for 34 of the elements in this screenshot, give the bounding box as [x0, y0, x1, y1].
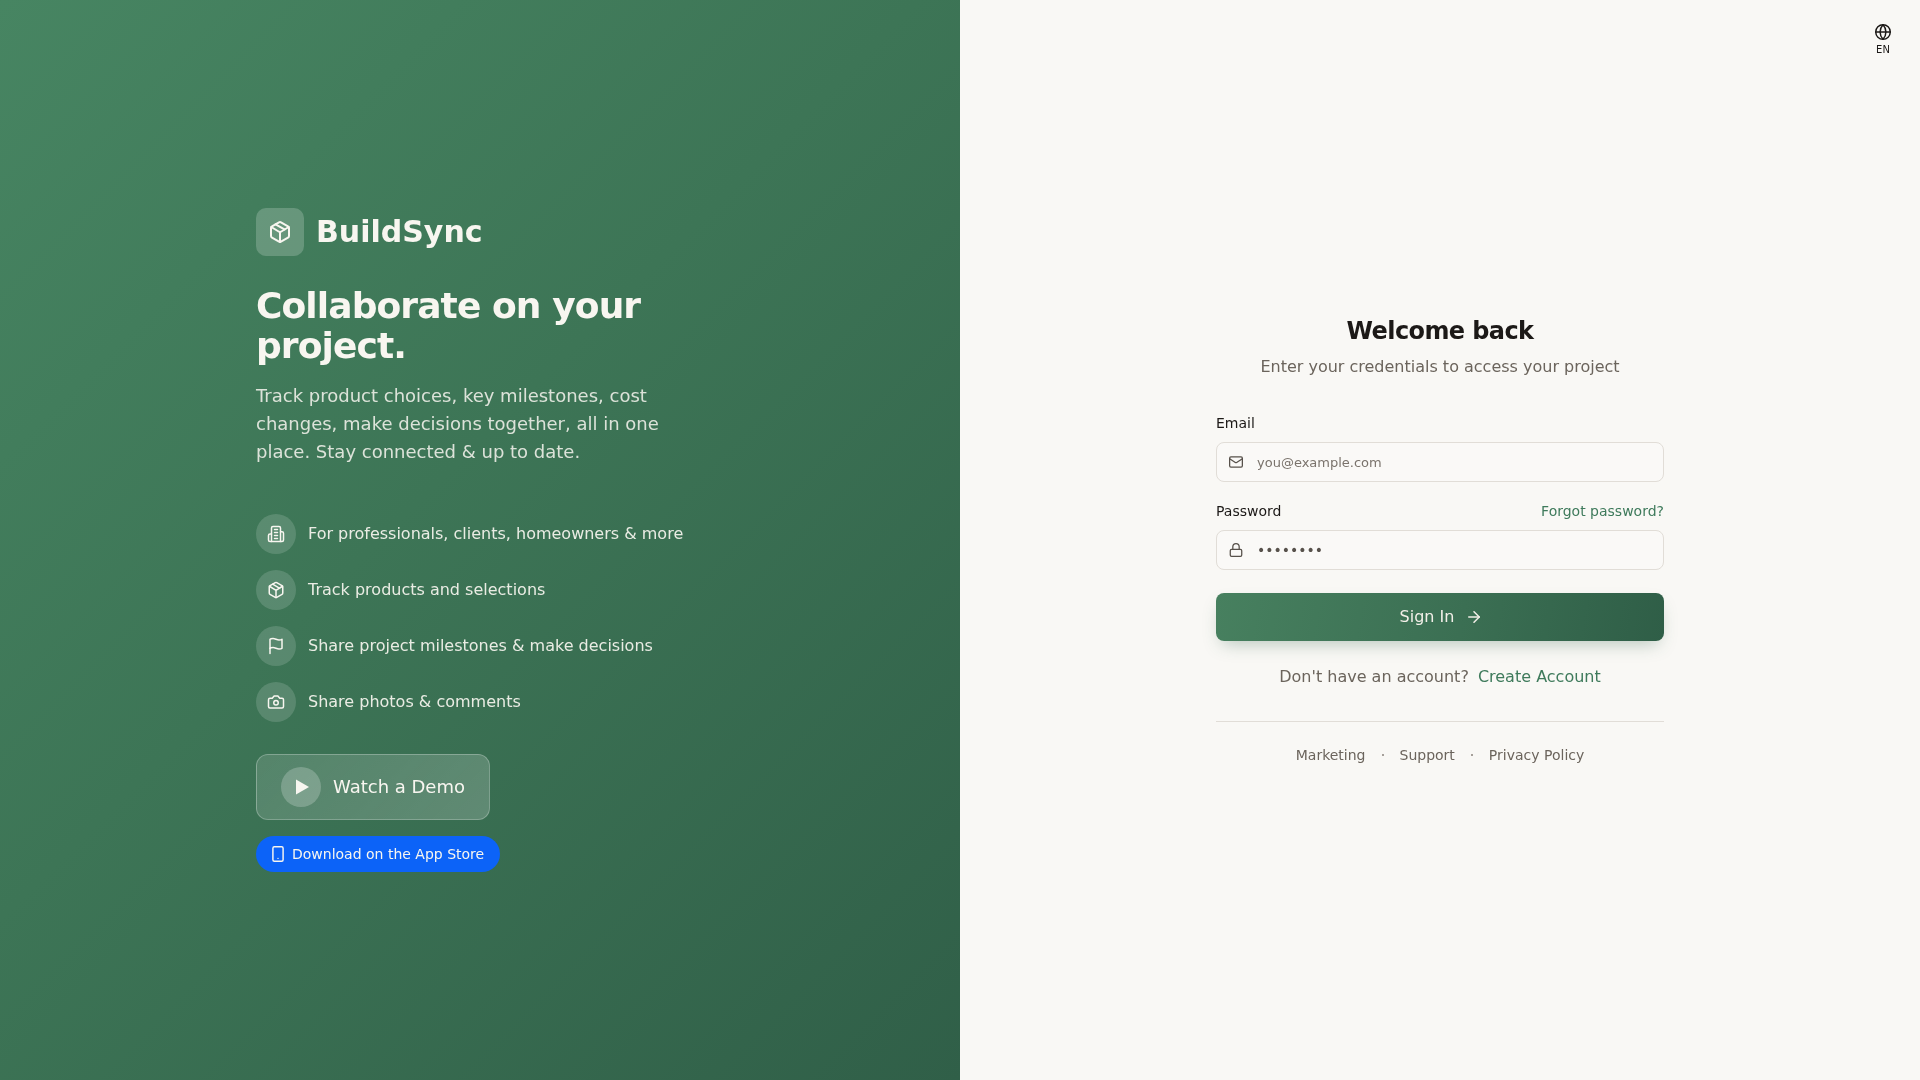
box-icon	[256, 570, 296, 610]
create-account-link[interactable]: Create Account	[1477, 665, 1601, 689]
footer-link[interactable]: Support	[1399, 745, 1455, 765]
language-button[interactable]: EN	[1867, 18, 1899, 62]
feature-text: Share photos & comments	[308, 691, 521, 713]
play-icon	[281, 767, 321, 807]
signup-prompt: Don't have an account?	[1279, 666, 1469, 688]
globe-icon	[1875, 24, 1891, 40]
footer-link[interactable]: Privacy Policy	[1488, 745, 1585, 765]
brand-name: BuildSync	[316, 214, 483, 250]
field-label: Password	[1216, 502, 1282, 521]
app-store-button[interactable]: Download on the App Store	[256, 836, 501, 872]
email-field[interactable]: you@example.com	[1216, 442, 1664, 482]
flag-icon	[256, 626, 296, 666]
phone-icon	[272, 846, 284, 862]
feature-text: For professionals, clients, homeowners & more	[308, 523, 684, 545]
building-icon	[256, 514, 296, 554]
camera-icon	[256, 682, 296, 722]
feature-text: Track products and selections	[308, 579, 546, 601]
feature-text: Share project milestones & make decisions	[308, 635, 653, 657]
form-title: Welcome back	[1345, 316, 1535, 347]
field-label: Email	[1216, 414, 1255, 433]
lock-icon	[1229, 543, 1243, 557]
footer-link[interactable]: Marketing	[1295, 745, 1366, 765]
box-logo-icon	[256, 208, 304, 256]
hero-description: Track product choices, key milestones, cost changes, make decisions together, all in one place. Stay connected & up to date.	[256, 384, 660, 464]
sign-in-button[interactable]: Sign In	[1216, 593, 1664, 641]
mail-icon	[1229, 455, 1243, 469]
password-field[interactable]: ••••••••	[1216, 530, 1664, 570]
headline: Collaborate on your project.	[256, 286, 642, 366]
form-subtitle: Enter your credentials to access your project	[1259, 356, 1621, 378]
forgot-password-link[interactable]: Forgot password?	[1541, 501, 1664, 521]
arrow-right-icon	[1468, 611, 1481, 623]
watch-demo-button[interactable]: Watch a Demo	[256, 754, 490, 820]
